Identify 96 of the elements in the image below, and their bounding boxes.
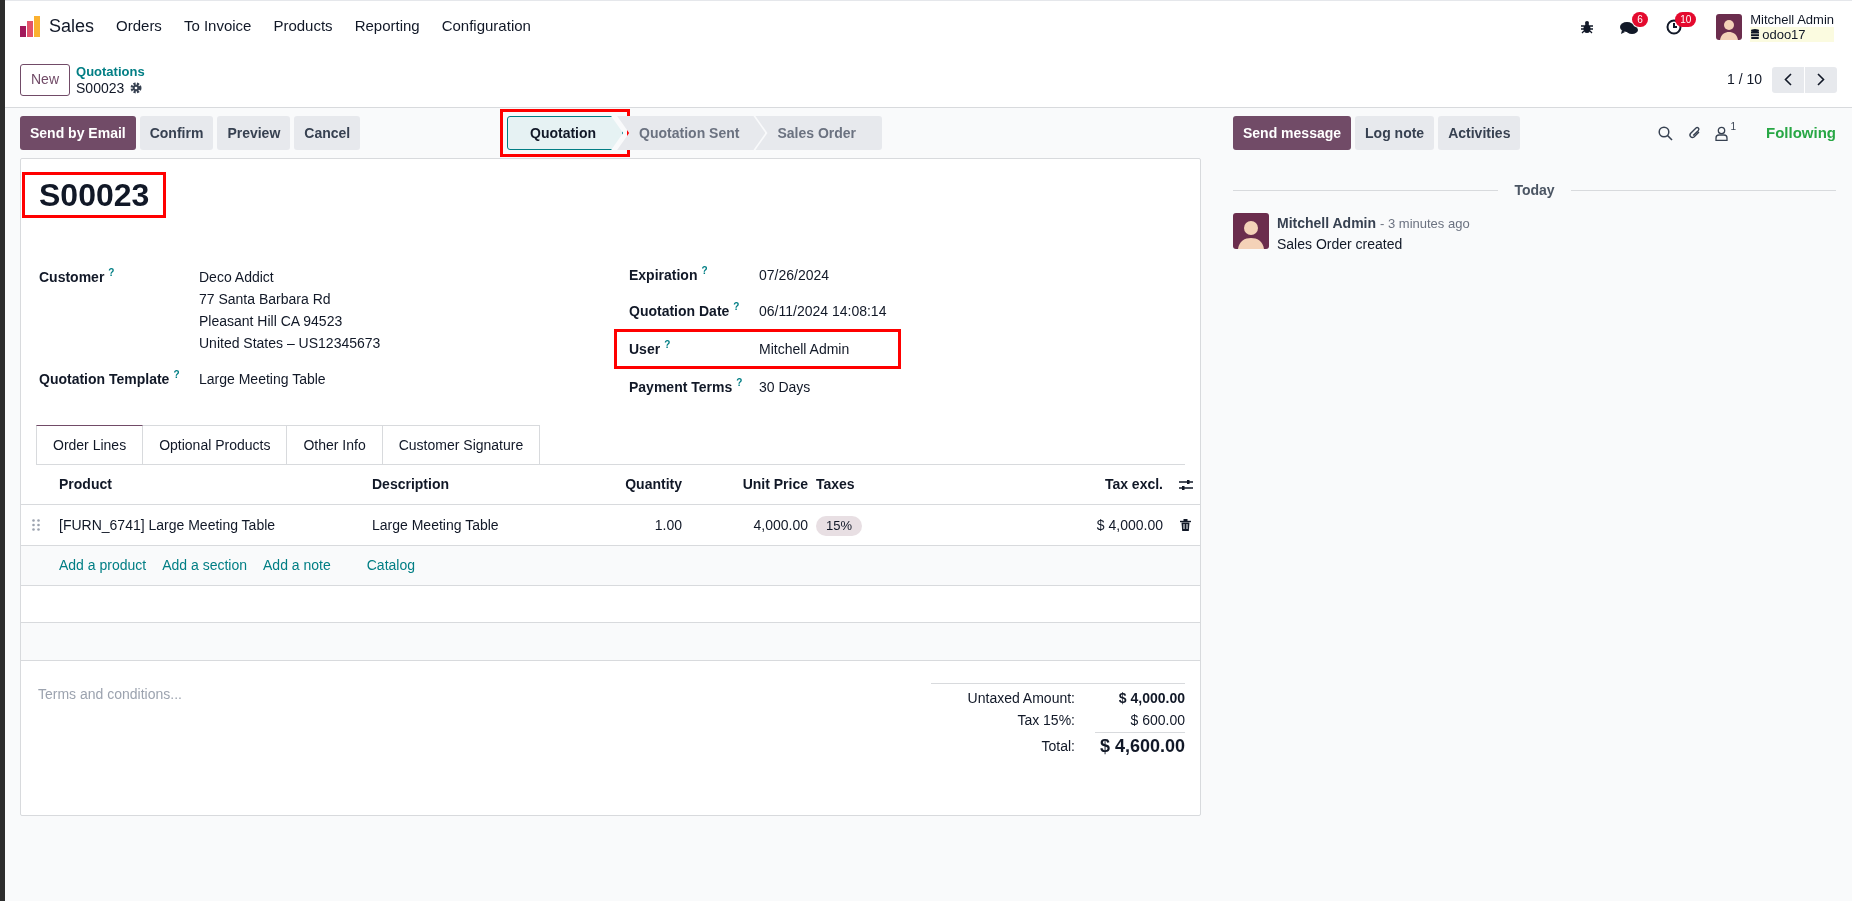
total-label: Total: <box>1040 736 1076 756</box>
app-logo-icon[interactable] <box>19 15 41 38</box>
status-stage[interactable]: Quotation Sent <box>617 116 766 150</box>
field-value: 06/11/2024 14:08:14 <box>759 302 887 321</box>
total-value: $ 4,600.00 <box>1095 732 1185 759</box>
field-label: Quotation Template <box>39 370 170 389</box>
form-tab[interactable]: Customer Signature <box>382 425 541 464</box>
status-stage[interactable]: Quotation <box>507 116 624 150</box>
form-tab[interactable]: Optional Products <box>143 425 288 464</box>
field-label: Quotation Date <box>629 302 730 321</box>
help-mark[interactable]: ? <box>173 368 180 382</box>
add-link[interactable]: Add a section <box>162 555 247 576</box>
message-time: - 3 minutes ago <box>1380 215 1470 233</box>
form-tab[interactable]: Order Lines <box>36 425 144 464</box>
record-title: S00023 <box>39 176 150 215</box>
user-name[interactable]: Mitchell Admin <box>1750 11 1834 27</box>
date-separator: Today <box>1513 181 1556 200</box>
field-label: Payment Terms <box>629 378 733 397</box>
author-avatar[interactable] <box>1233 213 1269 249</box>
chevron-left-icon <box>1784 73 1792 86</box>
add-link[interactable]: Add a product <box>59 555 147 576</box>
column-header[interactable]: Description <box>364 474 590 495</box>
column-header[interactable]: Product <box>51 474 364 495</box>
table-cell-text: $ 4,000.00 <box>1095 515 1164 535</box>
pager-value: 1 / 10 <box>1726 70 1762 89</box>
chatter-button[interactable]: Send message <box>1233 116 1352 150</box>
paperclip-icon[interactable] <box>1688 125 1703 141</box>
field-label: Customer <box>39 268 105 287</box>
table-cell-text: [FURN_6741] Large Meeting Table <box>58 515 277 535</box>
field-value: United States – US12345673 <box>199 334 381 353</box>
gear-icon[interactable] <box>130 81 143 94</box>
status-stage[interactable]: Sales Order <box>755 116 883 150</box>
chatter-button[interactable]: Log note <box>1355 116 1435 150</box>
field-value: 77 Santa Barbara Rd <box>199 290 332 309</box>
total-label: Untaxed Amount: <box>966 689 1076 708</box>
help-mark[interactable]: ? <box>736 376 743 390</box>
column-settings-icon[interactable] <box>1178 478 1193 491</box>
drag-handle-icon[interactable] <box>32 519 40 531</box>
terms-field[interactable]: Terms and conditions... <box>38 683 931 705</box>
action-button[interactable]: Cancel <box>294 116 361 150</box>
table-cell-text: 1.00 <box>653 515 683 535</box>
field-label: Expiration <box>629 266 698 285</box>
total-value: $ 4,000.00 <box>1117 689 1185 708</box>
help-mark[interactable]: ? <box>733 300 740 314</box>
help-mark[interactable]: ? <box>108 266 115 280</box>
help-mark[interactable]: ? <box>664 338 671 352</box>
column-header[interactable]: Tax excl. <box>1005 474 1171 495</box>
database-icon <box>1751 29 1760 39</box>
chat-icon[interactable] <box>1620 20 1639 36</box>
user-avatar[interactable] <box>1716 13 1743 40</box>
database-badge: odoo17 <box>1750 26 1834 42</box>
add-link[interactable]: Catalog <box>366 555 415 576</box>
app-name[interactable]: Sales <box>49 13 95 40</box>
help-mark[interactable]: ? <box>701 264 708 278</box>
tax-tag: 15% <box>816 515 863 536</box>
table-cell-text: Large Meeting Table <box>371 515 500 535</box>
column-header[interactable]: Quantity <box>590 474 690 495</box>
next-button[interactable] <box>1805 66 1837 93</box>
follower-count: 1 <box>1730 121 1736 132</box>
table-cell-text: 4,000.00 <box>752 515 809 535</box>
person-icon[interactable] <box>1715 125 1729 141</box>
total-value: $ 600.00 <box>1129 711 1185 730</box>
breadcrumb-link[interactable]: Quotations <box>76 63 145 80</box>
field-value: 30 Days <box>759 378 811 397</box>
field-value: Mitchell Admin <box>759 340 850 359</box>
menu-item[interactable]: Reporting <box>354 15 420 38</box>
bug-icon[interactable] <box>1580 19 1595 34</box>
field-value: Pleasant Hill CA 94523 <box>199 312 344 331</box>
column-header[interactable]: Taxes <box>812 474 1005 495</box>
trash-icon[interactable] <box>1180 519 1191 531</box>
message-author[interactable]: Mitchell Admin <box>1277 213 1377 233</box>
field-label: User <box>629 340 661 359</box>
action-button[interactable]: Confirm <box>139 116 214 150</box>
action-button[interactable]: Preview <box>217 116 291 150</box>
field-value: Deco Addict <box>199 268 275 287</box>
action-button[interactable]: Send by Email <box>20 116 136 150</box>
new-button[interactable]: New <box>20 63 70 96</box>
previous-button[interactable] <box>1772 66 1804 93</box>
menu-item[interactable]: Products <box>273 15 333 38</box>
field-value: 07/26/2024 <box>759 266 830 285</box>
form-tab[interactable]: Other Info <box>287 425 383 464</box>
notification-badge: 10 <box>1675 11 1697 27</box>
add-link[interactable]: Add a note <box>263 555 331 576</box>
chevron-right-icon <box>1817 73 1825 86</box>
field-value: Large Meeting Table <box>199 370 326 389</box>
column-header[interactable]: Unit Price <box>690 474 812 495</box>
menu-item[interactable]: Orders <box>116 15 162 38</box>
message-body: Sales Order created <box>1277 235 1404 254</box>
total-label: Tax 15%: <box>1016 711 1076 730</box>
notification-badge: 6 <box>1632 11 1648 27</box>
menu-item[interactable]: Configuration <box>441 15 531 38</box>
menu-item[interactable]: To Invoice <box>183 15 252 38</box>
chatter-button[interactable]: Activities <box>1438 116 1521 150</box>
record-name: S00023 <box>76 79 125 96</box>
clock-icon[interactable] <box>1666 18 1683 35</box>
search-icon[interactable] <box>1658 125 1674 141</box>
